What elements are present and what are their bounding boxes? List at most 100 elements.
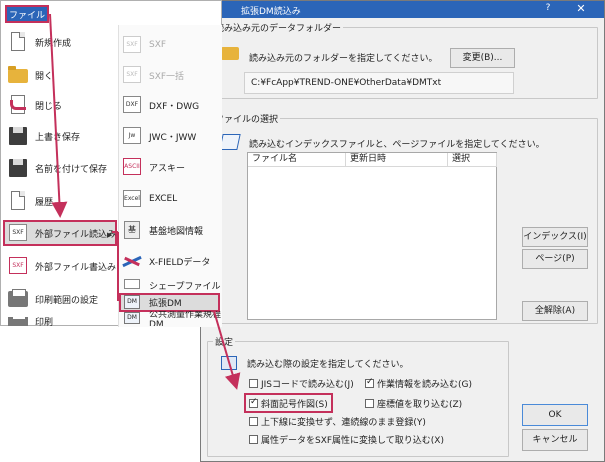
column-header-select[interactable]: 選択 <box>448 153 497 167</box>
menu-item-print[interactable]: 印刷 <box>7 317 53 326</box>
index-button[interactable]: インデックス(I) <box>522 227 588 247</box>
sxf-attribute-option[interactable]: 属性データをSXF属性に変換して取り込む(X) <box>249 433 444 446</box>
slope-symbol-highlight <box>244 393 333 413</box>
menu-item-new[interactable]: 新規作成 <box>7 31 71 53</box>
dm-icon: DM <box>121 292 143 312</box>
submenu-item-sxf-batch[interactable]: SXF SXF一括 <box>121 64 184 86</box>
submenu-item-public-survey-dm-label: 公共測量作業規程DM <box>149 311 221 326</box>
file-selection-legend: ファイルの選択 <box>213 112 281 125</box>
change-folder-button[interactable]: 変更(B)... <box>450 48 515 68</box>
coordinates-option[interactable]: 座標値を取り込む(Z) <box>365 397 462 410</box>
dm-import-dialog: 拡張DM読込み ? ✕ 読み込み元のデータフォルダー 読み込み元のフォルダーを指… <box>200 0 605 462</box>
submenu-item-shapefile-label: シェープファイル <box>149 281 221 292</box>
submenu-item-ascii[interactable]: ASCII アスキー <box>121 156 185 178</box>
jis-code-label: JISコードで読み込む(J) <box>261 380 354 390</box>
menu-item-save-as[interactable]: 名前を付けて保存 <box>7 157 107 179</box>
submenu-item-xfield[interactable]: X-FIELDデータ <box>121 250 210 272</box>
folder-icon <box>7 64 29 86</box>
sxf-attribute-checkbox[interactable] <box>249 435 258 444</box>
submenu-item-excel[interactable]: Excel EXCEL <box>121 188 177 210</box>
file-menu: ファイル 新規作成 開く 閉じる 上書き保存 名前を付けて保存 履歴 SXF 外… <box>0 0 222 327</box>
shape-icon <box>121 277 143 293</box>
column-header-modified[interactable]: 更新日時 <box>346 153 448 167</box>
sxf-batch-icon: SXF <box>121 64 143 86</box>
ok-button[interactable]: OK <box>522 404 588 426</box>
map-icon: 基 <box>121 219 143 241</box>
submenu-item-shapefile[interactable]: シェープファイル <box>121 277 220 293</box>
menu-item-new-label: 新規作成 <box>35 38 72 49</box>
import-icon: SXF <box>7 222 29 244</box>
menu-item-save-label: 上書き保存 <box>35 132 81 143</box>
coordinates-checkbox[interactable] <box>365 399 374 408</box>
menu-item-print-label: 印刷 <box>35 318 54 326</box>
file-selection-description: 読み込むインデックスファイルと、ページファイルを指定してください。 <box>249 140 545 150</box>
page-button[interactable]: ページ(P) <box>522 249 588 269</box>
menu-item-open[interactable]: 開く <box>7 64 53 86</box>
work-info-checkbox[interactable] <box>365 377 374 388</box>
dm-icon: DM <box>121 311 143 326</box>
dxf-icon: DXF <box>121 94 143 116</box>
source-path-field[interactable]: C:¥FcApp¥TREND-ONE¥OtherData¥DMTxt <box>244 72 514 94</box>
work-info-option[interactable]: 作業情報を読み込む(G) <box>365 377 472 390</box>
menu-item-export-label: 外部ファイル書込み <box>35 262 117 273</box>
submenu-item-base-map[interactable]: 基 基盤地図情報 <box>121 219 203 241</box>
settings-legend: 設定 <box>213 335 236 348</box>
sxf-icon: SXF <box>121 34 143 56</box>
help-button[interactable]: ? <box>541 3 555 15</box>
settings-icon <box>221 356 237 370</box>
history-icon <box>7 190 29 212</box>
folder-icon <box>221 47 239 60</box>
source-folder-description: 読み込み元のフォルダーを指定してください。 <box>249 54 438 64</box>
dialog-titlebar[interactable]: 拡張DM読込み ? ✕ <box>201 1 604 18</box>
submenu-item-extended-dm[interactable]: DM 拡張DM <box>121 292 182 312</box>
save-as-icon <box>7 157 29 179</box>
submenu-item-public-survey-dm[interactable]: DM 公共測量作業規程DM <box>121 311 221 326</box>
submenu-item-dxf-label: DXF・DWG <box>149 101 200 112</box>
menu-item-import[interactable]: SXF 外部ファイル読込み <box>7 222 116 244</box>
ascii-icon: ASCII <box>121 156 143 178</box>
submenu-item-jw-label: JWC・JWW <box>149 132 197 143</box>
close-button[interactable]: ✕ <box>573 2 589 16</box>
cancel-button[interactable]: キャンセル <box>522 429 588 451</box>
document-icon <box>219 134 241 150</box>
jis-code-checkbox[interactable] <box>249 379 258 388</box>
clear-all-button[interactable]: 全解除(A) <box>522 301 588 321</box>
menu-item-history-label: 履歴 <box>35 197 54 208</box>
continuous-line-option[interactable]: 上下線に変換せず、連続線のまま登録(Y) <box>249 415 426 428</box>
menu-item-open-label: 開く <box>35 71 54 82</box>
column-header-filename[interactable]: ファイル名 <box>248 153 346 167</box>
submenu-item-xfield-label: X-FIELDデータ <box>149 257 211 268</box>
submenu-item-base-map-label: 基盤地図情報 <box>149 226 204 237</box>
sxf-attribute-label: 属性データをSXF属性に変換して取り込む(X) <box>261 436 444 446</box>
settings-description: 読み込む際の設定を指定してください。 <box>247 360 409 370</box>
print-icon <box>7 288 29 310</box>
work-info-label: 作業情報を読み込む(G) <box>377 380 472 390</box>
source-folder-legend: 読み込み元のデータフォルダー <box>213 21 344 34</box>
submenu-item-sxf-label: SXF <box>149 40 167 50</box>
excel-icon: Excel <box>121 188 143 210</box>
submenu-arrow-icon: ▶ <box>107 231 113 239</box>
jis-code-option[interactable]: JISコードで読み込む(J) <box>249 377 354 390</box>
menu-item-import-label: 外部ファイル読込み <box>35 229 117 240</box>
print-icon <box>7 317 29 326</box>
file-menu-tab[interactable]: ファイル <box>5 5 49 23</box>
menu-item-close[interactable]: 閉じる <box>7 94 62 116</box>
continuous-line-checkbox[interactable] <box>249 417 258 426</box>
submenu-item-sxf[interactable]: SXF SXF <box>121 34 166 56</box>
jw-icon: Jw <box>121 125 143 147</box>
submenu-item-ascii-label: アスキー <box>149 163 186 174</box>
submenu-item-dxf[interactable]: DXF DXF・DWG <box>121 94 199 116</box>
menu-item-save[interactable]: 上書き保存 <box>7 125 80 147</box>
menu-item-history[interactable]: 履歴 <box>7 190 53 212</box>
menu-item-print-range-label: 印刷範囲の設定 <box>35 295 99 306</box>
save-icon <box>7 125 29 147</box>
menu-item-export[interactable]: SXF 外部ファイル書込み <box>7 255 116 277</box>
file-list[interactable]: ファイル名 更新日時 選択 <box>247 152 497 320</box>
xfield-icon <box>121 250 143 272</box>
submenu-item-extended-dm-label: 拡張DM <box>149 298 182 309</box>
menu-item-save-as-label: 名前を付けて保存 <box>35 164 108 175</box>
coordinates-label: 座標値を取り込む(Z) <box>377 400 463 410</box>
submenu-item-excel-label: EXCEL <box>149 194 178 204</box>
menu-item-print-range[interactable]: 印刷範囲の設定 <box>7 288 98 310</box>
submenu-item-jw[interactable]: Jw JWC・JWW <box>121 125 196 147</box>
